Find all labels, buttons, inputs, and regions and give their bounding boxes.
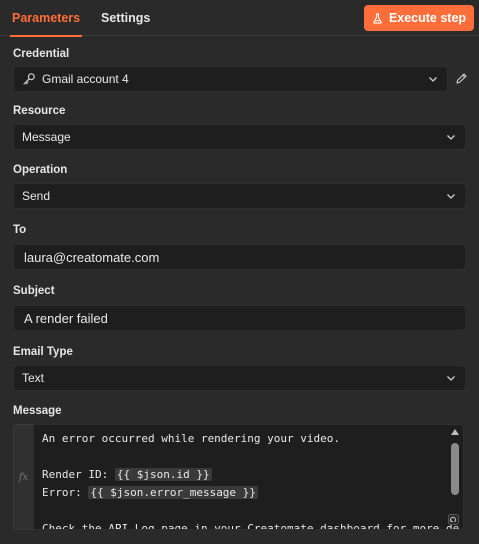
tab-settings[interactable]: Settings [101,0,150,36]
tab-parameters[interactable]: Parameters [9,0,83,37]
scroll-up-icon[interactable] [451,429,459,435]
to-input[interactable]: laura@creatomate.com [13,244,466,270]
message-line: An error occurred while rendering your v… [42,432,341,445]
credential-label: Credential [13,48,70,60]
credential-select[interactable]: Gmail account 4 [13,66,448,92]
operation-label: Operation [13,164,68,176]
pencil-icon[interactable] [455,72,468,85]
chevron-down-icon [447,376,455,381]
vertical-scrollbar[interactable] [450,427,460,527]
message-line: Render ID: {{ $json.id }} [42,468,212,481]
message-code-area[interactable]: An error occurred while rendering your v… [33,424,464,530]
resource-value: Message [22,130,71,144]
resource-label: Resource [13,105,66,117]
line-prefix: Render ID: [42,468,115,481]
message-line: Error: {{ $json.error_message }} [42,486,258,499]
expand-editor-icon[interactable] [448,514,459,525]
subject-value: A render failed [24,310,108,326]
node-parameters-panel: Parameters Settings Execute step Credent… [0,0,479,544]
flask-icon [373,12,382,24]
chevron-down-icon [429,77,437,82]
subject-input[interactable]: A render failed [13,305,466,331]
email-type-select[interactable]: Text [13,365,466,391]
execute-step-button[interactable]: Execute step [364,5,474,31]
expression-token: {{ $json.error_message }} [88,486,258,499]
email-type-value: Text [22,371,45,385]
to-label: To [13,224,27,236]
resource-select[interactable]: Message [13,124,466,150]
line-prefix: Error: [42,486,89,499]
message-line: Check the API Log page in your Creatomat… [42,522,460,530]
tab-bar: Parameters Settings Execute step [0,0,479,37]
credential-value: Gmail account 4 [42,72,129,86]
execute-step-label: Execute step [388,11,467,25]
scroll-thumb[interactable] [451,443,459,495]
to-value: laura@creatomate.com [24,249,160,265]
email-type-label: Email Type [13,346,73,358]
operation-value: Send [22,189,51,203]
key-icon [23,73,35,85]
subject-label: Subject [13,285,55,297]
chevron-down-icon [447,194,455,199]
expression-token: {{ $json.id }} [114,468,212,481]
message-editor: fx An error occurred while rendering you… [13,424,466,532]
operation-select[interactable]: Send [13,183,466,209]
message-label: Message [13,405,62,417]
expression-gutter: fx [13,424,33,530]
chevron-down-icon [447,135,455,140]
